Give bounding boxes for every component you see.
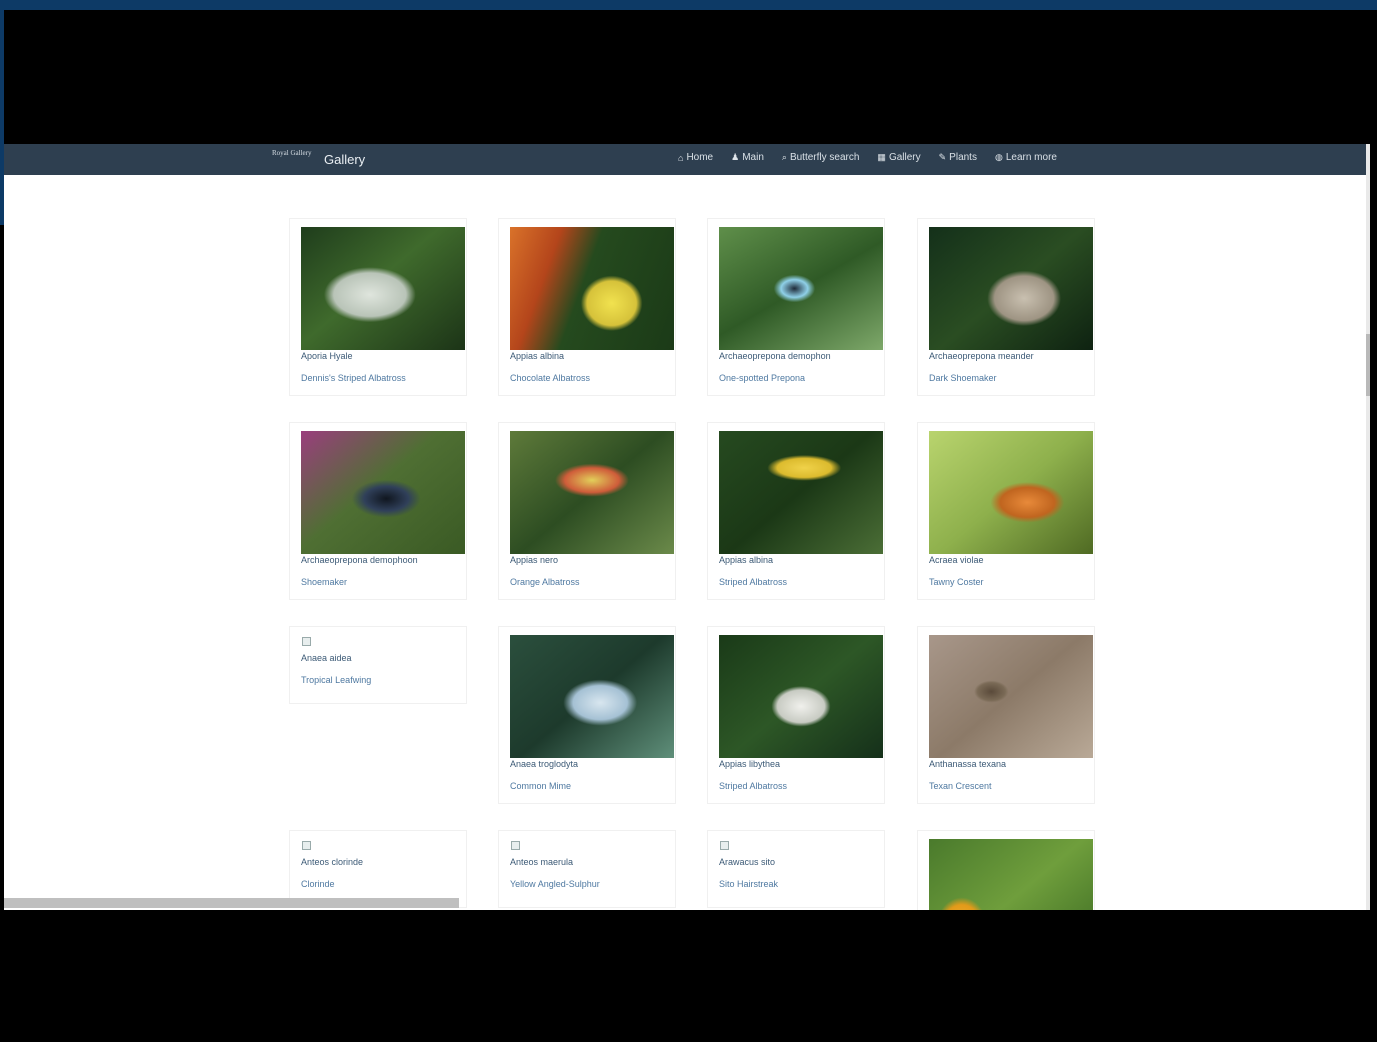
- broken-image-icon: [720, 841, 729, 850]
- brand-logo: Royal Gallery: [272, 149, 312, 157]
- common-name-link[interactable]: Orange Albatross: [510, 577, 580, 587]
- common-name-link[interactable]: Common Mime: [510, 781, 571, 791]
- scientific-name: Appias albina: [510, 351, 565, 361]
- common-name-link[interactable]: One-spotted Prepona: [719, 373, 805, 383]
- common-name-link[interactable]: Striped Albatross: [719, 577, 787, 587]
- common-name-link[interactable]: Texan Crescent: [929, 781, 992, 791]
- user-icon: ♟: [731, 152, 740, 162]
- butterfly-card[interactable]: Anthanassa texana Texan Crescent: [917, 626, 1095, 804]
- scientific-name: Archaeoprepona demophon: [719, 351, 831, 361]
- nav-link-learn-more[interactable]: ◍ Learn more: [995, 152, 1057, 163]
- butterfly-card[interactable]: Anteos maerula Yellow Angled-Sulphur: [498, 830, 676, 908]
- broken-image-icon: [302, 841, 311, 850]
- butterfly-photo[interactable]: [301, 431, 465, 554]
- butterfly-photo[interactable]: [929, 227, 1093, 350]
- nav-links: ⌂ Home ♟ Main ⌕ Butterfly search ▦ Gallery ✎ Plan…: [678, 152, 1057, 163]
- brand-title: Gallery: [324, 151, 366, 167]
- butterfly-photo[interactable]: [510, 227, 674, 350]
- common-name-link[interactable]: Striped Albatross: [719, 781, 787, 791]
- scientific-name: Anteos clorinde: [301, 857, 364, 867]
- butterfly-photo[interactable]: [719, 635, 883, 758]
- home-icon: ⌂: [678, 152, 684, 163]
- plants-icon: ✎: [938, 152, 947, 162]
- butterfly-card[interactable]: Arawacus sito Sito Hairstreak: [707, 830, 885, 908]
- window-top-border: [0, 0, 1377, 10]
- nav-link-label: Learn more: [1005, 152, 1057, 163]
- butterfly-card[interactable]: Appias nero Orange Albatross: [498, 422, 676, 600]
- scientific-name: Archaeoprepona demophoon: [301, 555, 418, 565]
- nav-link-main[interactable]: ♟ Main: [731, 152, 764, 163]
- common-name-link[interactable]: Clorinde: [301, 879, 335, 889]
- butterfly-photo[interactable]: [719, 227, 883, 350]
- butterfly-card[interactable]: Anaea aidea Tropical Leafwing: [289, 626, 467, 704]
- navbar: Royal Gallery Gallery ⌂ Home ♟ Main ⌕ Butterf…: [4, 144, 1366, 175]
- scientific-name: Anthanassa texana: [929, 759, 1007, 769]
- nav-link-plants[interactable]: ✎ Plants: [939, 152, 977, 163]
- nav-link-home[interactable]: ⌂ Home: [678, 152, 713, 163]
- common-name-link[interactable]: Yellow Angled-Sulphur: [510, 879, 600, 889]
- horizontal-scrollbar[interactable]: [4, 898, 459, 908]
- browser-viewport: Royal Gallery Gallery ⌂ Home ♟ Main ⌕ Butterf…: [4, 144, 1370, 910]
- scientific-name: Anaea troglodyta: [510, 759, 579, 769]
- scientific-name: Appias libythea: [719, 759, 781, 769]
- nav-link-butterfly-search[interactable]: ⌕ Butterfly search: [782, 152, 860, 163]
- nav-link-label: Gallery: [888, 152, 921, 163]
- scientific-name: Anteos maerula: [510, 857, 574, 867]
- nav-link-label: Plants: [949, 152, 977, 163]
- nav-link-gallery[interactable]: ▦ Gallery: [877, 152, 920, 163]
- nav-link-label: Home: [686, 152, 714, 163]
- butterfly-card[interactable]: Appias albina Chocolate Albatross: [498, 218, 676, 396]
- search-icon: ⌕: [781, 152, 787, 162]
- brand[interactable]: Royal Gallery Gallery: [272, 149, 365, 169]
- butterfly-photo[interactable]: [510, 635, 674, 758]
- butterfly-card[interactable]: Appias albina Striped Albatross: [707, 422, 885, 600]
- butterfly-photo[interactable]: [510, 431, 674, 554]
- butterfly-photo[interactable]: [719, 431, 883, 554]
- scientific-name: Archaeoprepona meander: [929, 351, 1034, 361]
- scientific-name: Appias albina: [719, 555, 774, 565]
- butterfly-card[interactable]: Archaeoprepona demophon One-spotted Prepo…: [707, 218, 885, 396]
- vertical-scrollbar-thumb[interactable]: [1366, 334, 1370, 396]
- broken-image-icon: [511, 841, 520, 850]
- common-name-link[interactable]: Tropical Leafwing: [301, 675, 371, 685]
- nav-link-label: Butterfly search: [789, 152, 860, 163]
- butterfly-card[interactable]: Acraea violae Tawny Coster: [917, 422, 1095, 600]
- common-name-link[interactable]: Shoemaker: [301, 577, 347, 587]
- scientific-name: Arawacus sito: [719, 857, 776, 867]
- vertical-scrollbar[interactable]: [1366, 144, 1370, 910]
- butterfly-photo[interactable]: [301, 227, 465, 350]
- butterfly-photo[interactable]: [929, 635, 1093, 758]
- butterfly-photo[interactable]: [929, 839, 1093, 910]
- common-name-link[interactable]: Chocolate Albatross: [510, 373, 590, 383]
- common-name-link[interactable]: Tawny Coster: [929, 577, 984, 587]
- butterfly-card[interactable]: Anaea troglodyta Common Mime: [498, 626, 676, 804]
- scientific-name: Aporia Hyale: [301, 351, 353, 361]
- broken-image-icon: [302, 637, 311, 646]
- gallery-icon: ▦: [877, 152, 886, 162]
- butterfly-card[interactable]: Appias libythea Striped Albatross: [707, 626, 885, 804]
- butterfly-card[interactable]: Anteos clorinde Clorinde: [289, 830, 467, 908]
- butterfly-card[interactable]: [917, 830, 1095, 910]
- common-name-link[interactable]: Dennis's Striped Albatross: [301, 373, 406, 383]
- scientific-name: Appias nero: [510, 555, 559, 565]
- butterfly-card[interactable]: Archaeoprepona meander Dark Shoemaker: [917, 218, 1095, 396]
- scientific-name: Anaea aidea: [301, 653, 352, 663]
- butterfly-card[interactable]: Aporia Hyale Dennis's Striped Albatross: [289, 218, 467, 396]
- learn-icon: ◍: [994, 152, 1003, 162]
- butterfly-card[interactable]: Archaeoprepona demophoon Shoemaker: [289, 422, 467, 600]
- scientific-name: Acraea violae: [929, 555, 984, 565]
- butterfly-photo[interactable]: [929, 431, 1093, 554]
- common-name-link[interactable]: Dark Shoemaker: [929, 373, 997, 383]
- common-name-link[interactable]: Sito Hairstreak: [719, 879, 778, 889]
- nav-link-label: Main: [742, 152, 764, 163]
